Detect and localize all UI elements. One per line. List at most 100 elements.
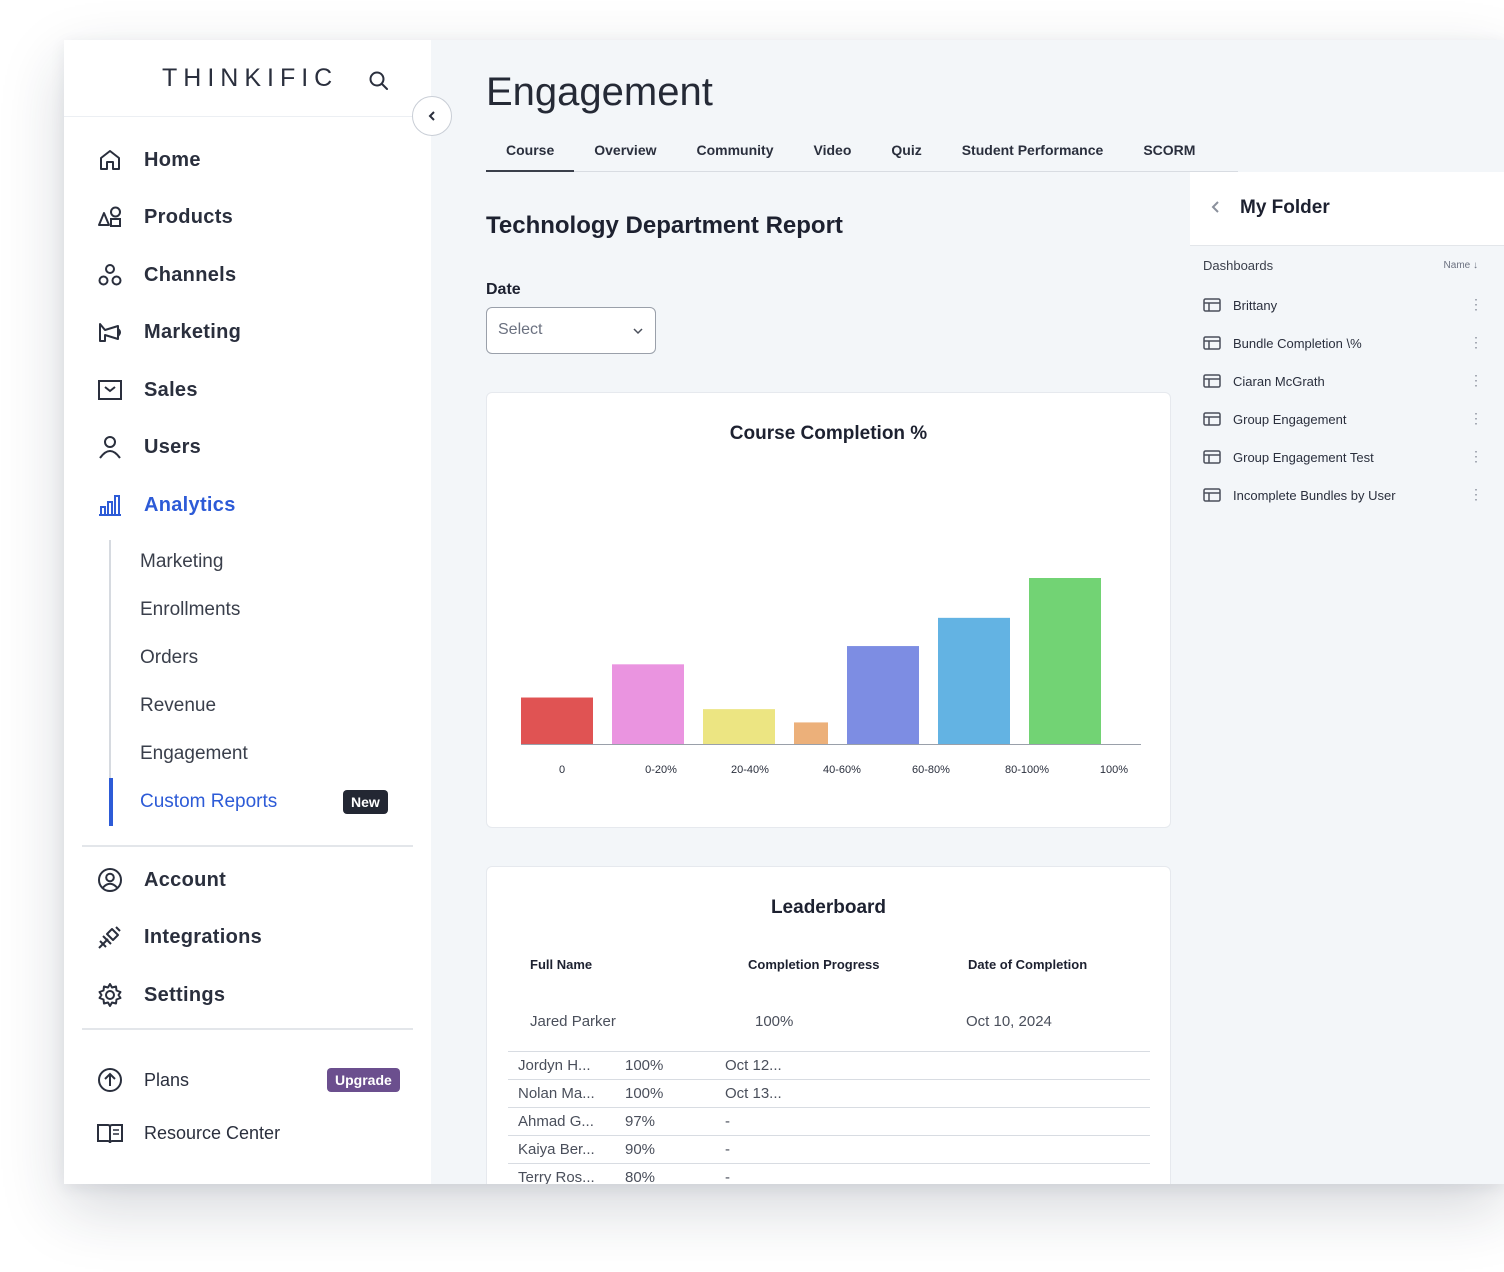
more-vertical-icon[interactable]: ⋮ [1469, 372, 1483, 389]
tab-student-performance[interactable]: Student Performance [942, 130, 1124, 172]
dashboard-icon [1203, 374, 1221, 388]
sidebar-item-analytics[interactable]: Analytics [96, 485, 236, 525]
app-window: THINKIFIC Home Products Channels Marketi… [64, 40, 1504, 1184]
sidebar-item-plans[interactable]: Plans [96, 1060, 189, 1100]
sidebar-item-resource-center[interactable]: Resource Center [96, 1113, 280, 1153]
bar-0[interactable] [521, 697, 593, 744]
more-vertical-icon[interactable]: ⋮ [1469, 448, 1483, 465]
more-vertical-icon[interactable]: ⋮ [1469, 486, 1483, 503]
sidebar-item-label: Account [144, 868, 227, 891]
submenu-item-orders[interactable]: Orders [140, 647, 198, 669]
dashboard-item[interactable]: Brittany ⋮ [1203, 294, 1483, 318]
dashboard-icon [1203, 412, 1221, 426]
row-progress: 100% [625, 1085, 664, 1102]
dashboard-item-label: Ciaran McGrath [1233, 374, 1325, 389]
leaderboard-cell-name: Jared Parker [530, 1013, 616, 1030]
column-header-completion-progress[interactable]: Completion Progress [748, 957, 879, 972]
folder-panel: My Folder Dashboards Name ↓ Brittany ⋮ B… [1190, 172, 1504, 1184]
row-name: Ahmad G... [518, 1113, 594, 1130]
sidebar-item-label: Settings [144, 983, 226, 1006]
sidebar-item-label: Sales [144, 378, 198, 401]
bar-20-40%[interactable] [703, 709, 775, 744]
date-select[interactable]: Select [486, 307, 656, 354]
search-icon[interactable] [368, 70, 390, 92]
column-header-date-of-completion[interactable]: Date of Completion [968, 957, 1087, 972]
row-date: Oct 12... [725, 1057, 782, 1074]
row-name: Terry Ros... [518, 1169, 595, 1184]
collapse-sidebar-button[interactable] [412, 96, 452, 136]
sidebar-item-label: Channels [144, 263, 237, 286]
tab-video[interactable]: Video [794, 130, 872, 172]
sidebar-item-products[interactable]: Products [96, 197, 233, 237]
date-select-value: Select [498, 321, 543, 338]
sidebar-item-label: Plans [144, 1069, 190, 1090]
bar-60-80%[interactable] [847, 646, 919, 744]
submenu-item-engagement[interactable]: Engagement [140, 743, 248, 765]
tab-overview[interactable]: Overview [574, 130, 676, 172]
row-progress: 80% [625, 1169, 656, 1184]
thinkific-logo[interactable]: THINKIFIC [162, 64, 338, 93]
shapes-icon [98, 206, 121, 227]
x-tick-label: 80-100% [1005, 764, 1049, 776]
dashboard-icon [1203, 450, 1221, 464]
bar-100%[interactable] [1029, 578, 1101, 744]
table-row[interactable]: Nolan Ma... 100% Oct 13... [508, 1079, 1150, 1107]
submenu-item-revenue[interactable]: Revenue [140, 695, 216, 717]
submenu-active-indicator [109, 778, 113, 826]
table-row[interactable]: Ahmad G... 97% - [508, 1107, 1150, 1135]
table-row[interactable]: Jordyn H... 100% Oct 12... [508, 1051, 1150, 1079]
sidebar-item-account[interactable]: Account [96, 860, 226, 900]
dashboard-item[interactable]: Incomplete Bundles by User ⋮ [1203, 484, 1483, 508]
dashboard-item[interactable]: Group Engagement ⋮ [1203, 408, 1483, 432]
sidebar-item-channels[interactable]: Channels [96, 255, 236, 295]
submenu-item-enrollments[interactable]: Enrollments [140, 599, 240, 621]
sidebar-item-label: Home [144, 148, 201, 171]
sidebar-item-integrations[interactable]: Integrations [96, 917, 262, 957]
chevron-left-icon [428, 111, 435, 121]
chevron-down-icon [633, 328, 643, 335]
tab-community[interactable]: Community [677, 130, 794, 172]
dashboard-item[interactable]: Bundle Completion \% ⋮ [1203, 332, 1483, 356]
dashboard-item[interactable]: Group Engagement Test ⋮ [1203, 446, 1483, 470]
upgrade-badge[interactable]: Upgrade [327, 1068, 400, 1092]
bar-0-20%[interactable] [612, 664, 684, 744]
name-sort-toggle[interactable]: Name ↓ [1444, 260, 1478, 271]
column-header-full-name[interactable]: Full Name [530, 957, 592, 972]
bar-40-60%[interactable] [794, 722, 828, 744]
table-row[interactable]: Terry Ros... 80% - [508, 1163, 1150, 1184]
tab-course[interactable]: Course [486, 130, 575, 172]
dashboard-icon [1203, 298, 1221, 312]
dashboard-item-label: Incomplete Bundles by User [1233, 488, 1396, 503]
sidebar-item-home[interactable]: Home [96, 140, 201, 180]
more-vertical-icon[interactable]: ⋮ [1469, 334, 1483, 351]
submenu-item-marketing[interactable]: Marketing [140, 551, 223, 573]
chevron-left-icon[interactable] [1210, 200, 1222, 214]
x-tick-label: 60-80% [912, 764, 950, 776]
table-row[interactable]: Kaiya Ber... 90% - [508, 1135, 1150, 1163]
x-tick-label: 100% [1100, 764, 1128, 776]
submenu-item-custom-reports[interactable]: Custom Reports [140, 791, 277, 813]
tab-bar: Course Overview Community Video Quiz Stu… [486, 130, 1238, 172]
dashboard-icon [1203, 488, 1221, 502]
tab-quiz[interactable]: Quiz [871, 130, 941, 172]
dashboard-item[interactable]: Ciaran McGrath ⋮ [1203, 370, 1483, 394]
bar-80-100%[interactable] [938, 617, 1010, 744]
tab-scorm[interactable]: SCORM [1123, 130, 1215, 172]
dashboard-item-label: Brittany [1233, 298, 1278, 313]
sidebar-item-label: Products [144, 205, 234, 228]
user-icon [99, 436, 121, 459]
gear-icon [98, 983, 122, 1007]
sidebar-item-users[interactable]: Users [96, 427, 201, 467]
sidebar-item-settings[interactable]: Settings [96, 975, 225, 1015]
sidebar-divider [82, 845, 413, 847]
sidebar-item-marketing[interactable]: Marketing [96, 312, 241, 352]
bar-chart-icon [99, 495, 121, 516]
sidebar-item-sales[interactable]: Sales [96, 370, 198, 410]
leaderboard-cell-date: Oct 10, 2024 [966, 1013, 1052, 1030]
more-vertical-icon[interactable]: ⋮ [1469, 410, 1483, 427]
more-vertical-icon[interactable]: ⋮ [1469, 296, 1483, 313]
plug-icon [98, 926, 121, 949]
x-tick-label: 40-60% [823, 764, 861, 776]
new-badge: New [343, 790, 388, 814]
dashboard-item-label: Group Engagement Test [1233, 450, 1374, 465]
